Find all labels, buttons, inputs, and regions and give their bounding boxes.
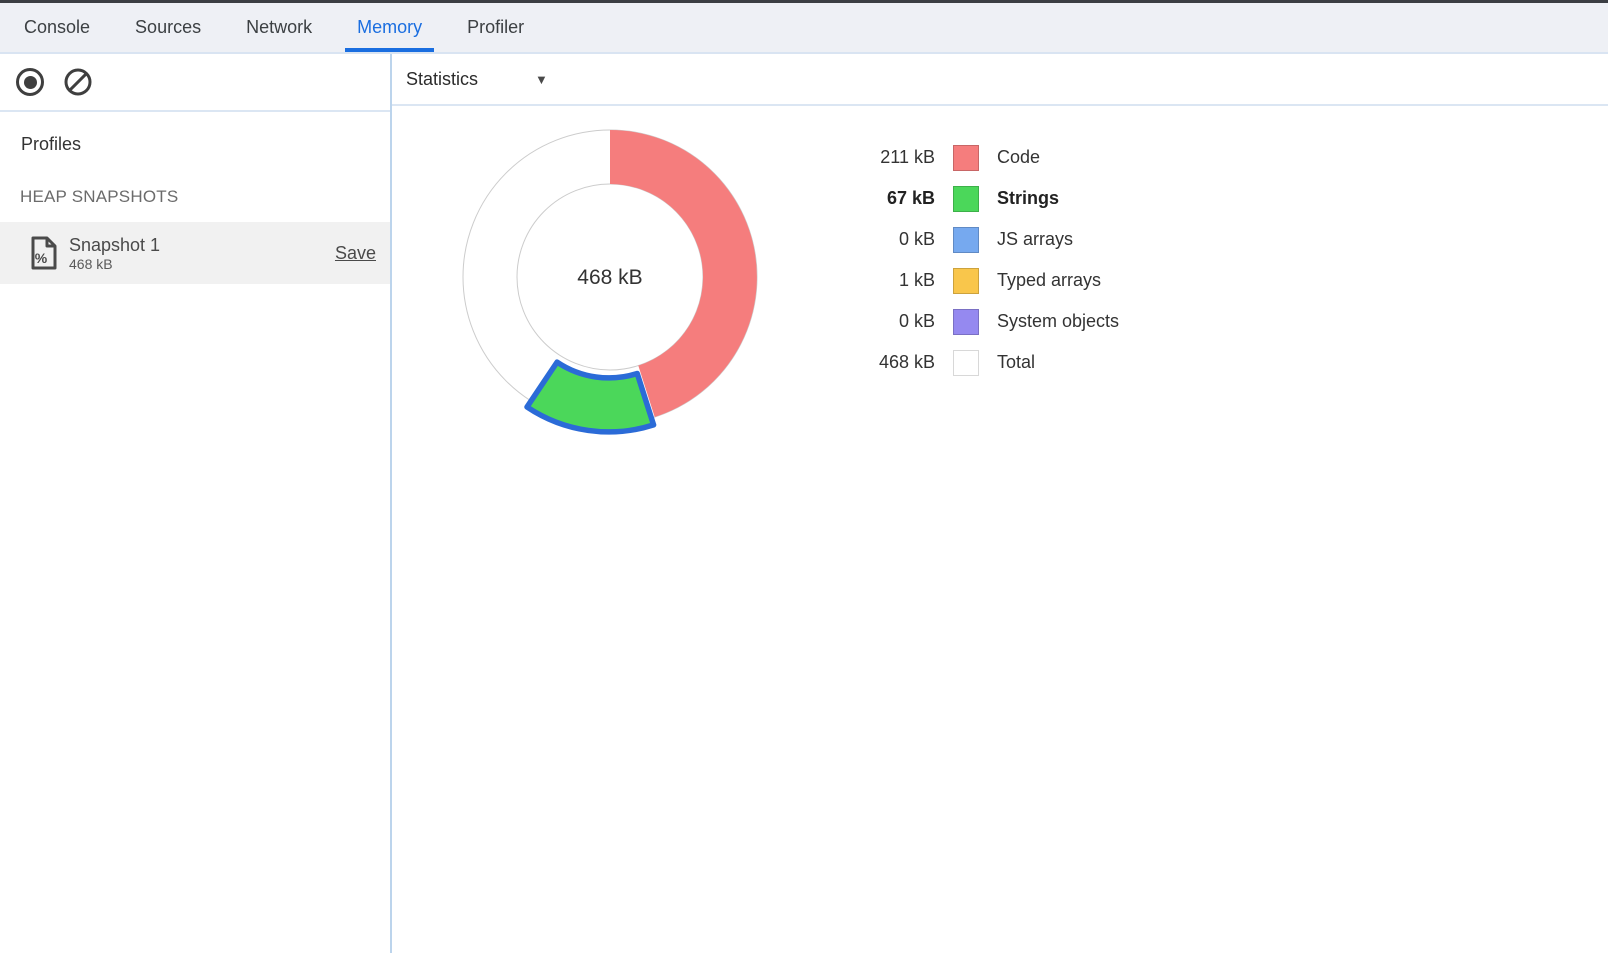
chart-legend: 211 kB Code 67 kB Strings 0 kB JS arrays… — [830, 137, 1119, 383]
legend-value: 211 kB — [830, 147, 935, 168]
legend-value: 0 kB — [830, 311, 935, 332]
legend-value: 67 kB — [830, 188, 935, 209]
snapshot-save-link[interactable]: Save — [335, 243, 376, 264]
legend-value: 0 kB — [830, 229, 935, 250]
profiles-toolbar — [0, 54, 390, 112]
heap-snapshot-icon: % — [30, 236, 58, 270]
strings-swatch-icon — [953, 186, 979, 212]
legend-label: System objects — [997, 311, 1119, 332]
system-objects-swatch-icon — [953, 309, 979, 335]
legend-row-strings[interactable]: 67 kB Strings — [830, 178, 1119, 219]
total-swatch-icon — [953, 350, 979, 376]
typed-arrays-swatch-icon — [953, 268, 979, 294]
statistics-toolbar: Statistics ▼ — [392, 54, 1608, 106]
code-swatch-icon — [953, 145, 979, 171]
tab-console[interactable]: Console — [12, 3, 102, 52]
legend-value: 468 kB — [830, 352, 935, 373]
perspective-dropdown[interactable]: Statistics ▼ — [406, 69, 548, 90]
memory-panel: Profiles HEAP SNAPSHOTS % Snapshot 1 468… — [0, 54, 1608, 953]
donut-slice-strings-highlighted[interactable] — [527, 362, 654, 432]
perspective-dropdown-label: Statistics — [406, 69, 478, 90]
record-heap-snapshot-button[interactable] — [16, 68, 44, 96]
snapshot-list-item[interactable]: % Snapshot 1 468 kB Save — [0, 222, 390, 284]
clear-icon — [63, 67, 93, 97]
tab-network[interactable]: Network — [234, 3, 324, 52]
legend-label: JS arrays — [997, 229, 1073, 250]
svg-text:%: % — [35, 250, 48, 266]
legend-label: Code — [997, 147, 1040, 168]
legend-row-code[interactable]: 211 kB Code — [830, 137, 1119, 178]
legend-label: Total — [997, 352, 1035, 373]
tab-sources[interactable]: Sources — [123, 3, 213, 52]
profiles-sidebar: Profiles HEAP SNAPSHOTS % Snapshot 1 468… — [0, 54, 392, 953]
profiles-title: Profiles — [21, 134, 390, 155]
legend-row-js-arrays[interactable]: 0 kB JS arrays — [830, 219, 1119, 260]
heap-snapshots-section-title: HEAP SNAPSHOTS — [20, 187, 390, 207]
statistics-view: Statistics ▼ 468 kB 211 kB Code 67 kB St… — [392, 54, 1608, 953]
legend-row-system-objects[interactable]: 0 kB System objects — [830, 301, 1119, 342]
donut-center-total-label: 468 kB — [577, 266, 642, 289]
devtools-tabbar: Console Sources Network Memory Profiler — [0, 3, 1608, 54]
record-icon — [24, 76, 37, 89]
clear-profiles-button[interactable] — [63, 67, 93, 97]
heap-statistics-donut-chart: 468 kB — [450, 117, 770, 437]
legend-row-total[interactable]: 468 kB Total — [830, 342, 1119, 383]
legend-row-typed-arrays[interactable]: 1 kB Typed arrays — [830, 260, 1119, 301]
snapshot-size: 468 kB — [69, 256, 335, 273]
tab-profiler[interactable]: Profiler — [455, 3, 536, 52]
js-arrays-swatch-icon — [953, 227, 979, 253]
tab-memory[interactable]: Memory — [345, 3, 434, 52]
legend-label: Typed arrays — [997, 270, 1101, 291]
chevron-down-icon: ▼ — [535, 72, 548, 87]
legend-label: Strings — [997, 188, 1059, 209]
snapshot-name: Snapshot 1 — [69, 234, 335, 256]
legend-value: 1 kB — [830, 270, 935, 291]
